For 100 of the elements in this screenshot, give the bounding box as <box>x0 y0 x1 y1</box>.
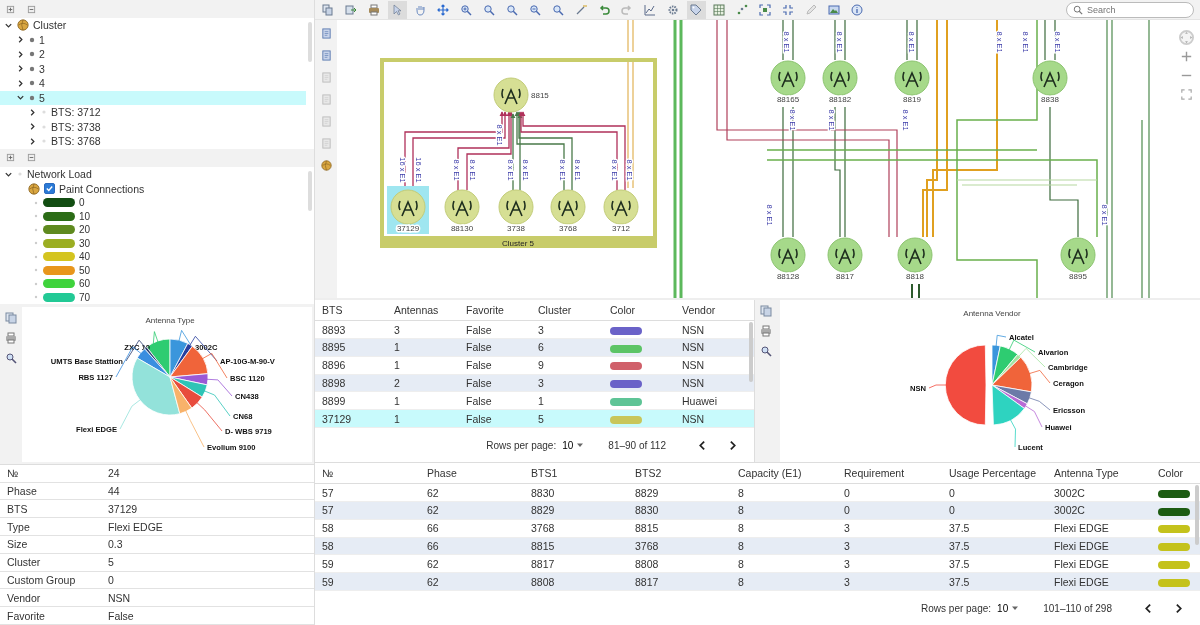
tree-item[interactable]: Paint Connections <box>0 181 314 196</box>
column-header[interactable]: Usage Percentage <box>942 467 1047 480</box>
antenna-tower-node[interactable] <box>493 77 529 113</box>
scrollbar-thumb[interactable] <box>1195 485 1199 546</box>
tree-item[interactable]: 3 <box>0 61 314 77</box>
antenna-tower-node[interactable] <box>550 189 586 225</box>
tree-item[interactable]: Network Load <box>0 166 314 182</box>
antenna-tower-node[interactable] <box>498 189 534 225</box>
magnifier-icon[interactable] <box>760 345 772 358</box>
chart-title: Antenna Type <box>145 315 195 325</box>
column-header[interactable]: BTS2 <box>628 467 731 480</box>
antenna-tower-node[interactable] <box>444 189 480 225</box>
chevron-right-icon[interactable] <box>28 107 37 117</box>
column-header[interactable]: Requirement <box>837 467 942 480</box>
property-name: № <box>6 467 20 480</box>
node-label: 3738 <box>507 224 525 234</box>
document-icon[interactable] <box>320 28 332 40</box>
property-value: 37129 <box>108 502 138 515</box>
antenna-tower-node[interactable] <box>894 60 930 96</box>
table-cell-text: 3768 <box>530 522 556 535</box>
column-header[interactable]: Antennas <box>387 304 459 317</box>
chevron-down-icon[interactable] <box>16 93 25 103</box>
expand-all-icon[interactable] <box>6 153 15 163</box>
table-cell-text: 37.5 <box>948 557 971 570</box>
column-header[interactable]: Color <box>1151 467 1200 480</box>
chevron-right-icon[interactable] <box>16 49 25 59</box>
load-level-label: 0 <box>79 197 85 209</box>
antenna-tower-node[interactable] <box>897 237 933 273</box>
copy-icon[interactable] <box>5 311 17 324</box>
column-header[interactable]: BTS <box>315 304 387 317</box>
search-field[interactable]: Search <box>1066 1 1194 18</box>
table-cell-text: 3002C <box>1053 486 1086 499</box>
table-cell-text: 8 <box>737 557 745 570</box>
antenna-tower-node[interactable] <box>770 237 806 273</box>
collapse-all-icon[interactable] <box>27 4 36 14</box>
page-range: 81–90 of 112 <box>608 439 666 451</box>
scrollbar-thumb[interactable] <box>308 22 312 63</box>
table-cell-text: False <box>465 323 493 336</box>
column-header[interactable]: Vendor <box>675 304 747 317</box>
table-cell-text: 8893 <box>321 323 347 336</box>
chevron-right-icon[interactable] <box>28 136 37 146</box>
tag-icon[interactable] <box>687 0 706 19</box>
table-cell-text: 1 <box>393 359 401 372</box>
checkbox[interactable] <box>44 183 55 195</box>
tree-item[interactable]: 1 <box>0 32 314 48</box>
chevron-right-icon[interactable] <box>16 78 25 88</box>
column-header[interactable]: Antenna Type <box>1047 467 1151 480</box>
copy-icon[interactable] <box>760 305 772 318</box>
chevron-right-icon[interactable] <box>16 64 25 74</box>
antenna-tower-node[interactable] <box>1060 237 1096 273</box>
table-cell-text: 3768 <box>634 540 660 552</box>
antenna-tower-node[interactable] <box>387 186 429 235</box>
table-cell-text: 59 <box>321 575 335 588</box>
expand-all-icon[interactable] <box>6 4 15 14</box>
antenna-tower-node[interactable] <box>822 60 858 96</box>
tree-item[interactable]: BTS: 3768 <box>0 134 314 149</box>
chevron-right-icon[interactable] <box>16 35 25 45</box>
chevron-right-icon[interactable] <box>28 122 37 132</box>
bullet-icon <box>33 253 39 260</box>
sphere-icon[interactable] <box>320 160 332 172</box>
column-header[interactable]: № <box>315 467 420 480</box>
print-icon[interactable] <box>760 325 772 338</box>
table-cell-text: NSN <box>681 341 706 354</box>
tree-item[interactable]: 5 <box>0 90 306 106</box>
scrollbar-thumb[interactable] <box>749 322 753 383</box>
table-cell-text: 8 <box>737 504 745 517</box>
rows-per-page-select[interactable]: 10 <box>562 439 585 451</box>
tree-item[interactable]: BTS: 3712 <box>0 105 314 120</box>
antenna-tower-node[interactable] <box>827 237 863 273</box>
table-cell-text: 1 <box>537 394 545 407</box>
tree-item[interactable]: BTS: 3738 <box>0 119 314 135</box>
cursor-icon[interactable] <box>388 0 407 19</box>
antenna-tower-node[interactable] <box>770 60 806 96</box>
cluster-label: Cluster 5 <box>502 238 534 248</box>
property-value: False <box>108 609 134 622</box>
column-header[interactable]: Phase <box>420 467 524 480</box>
magnifier-icon[interactable] <box>5 351 17 364</box>
collapse-all-icon[interactable] <box>27 153 36 163</box>
table-cell-text: 8815 <box>634 522 660 535</box>
fit-screen-icon[interactable] <box>1179 87 1194 103</box>
table-cell-text: 0 <box>948 486 956 499</box>
column-header[interactable]: Capacity (E1) <box>731 467 837 480</box>
node-label: 88182 <box>828 95 852 105</box>
table-row[interactable]: 37129 1 False 5 NSN <box>315 410 754 428</box>
print-icon[interactable] <box>5 331 17 344</box>
table-cell-text: 2 <box>393 377 401 389</box>
antenna-tower-node[interactable] <box>603 189 639 225</box>
column-header[interactable]: BTS1 <box>524 467 628 480</box>
column-header[interactable]: Color <box>603 304 675 317</box>
column-header[interactable]: Cluster <box>531 304 603 317</box>
column-header[interactable]: Favorite <box>459 304 531 317</box>
property-name: Size <box>6 538 29 551</box>
scrollbar-thumb[interactable] <box>308 170 312 211</box>
document-icon[interactable] <box>320 50 332 62</box>
antenna-tower-node[interactable] <box>1032 60 1068 96</box>
tree-item[interactable]: Cluster <box>0 18 314 33</box>
rows-per-page-select[interactable]: 10 <box>997 602 1020 614</box>
tree-item[interactable]: 2 <box>0 47 314 62</box>
table-row[interactable]: 8895 1 False 6 NSN <box>315 339 754 357</box>
tree-item[interactable]: 4 <box>0 76 314 91</box>
